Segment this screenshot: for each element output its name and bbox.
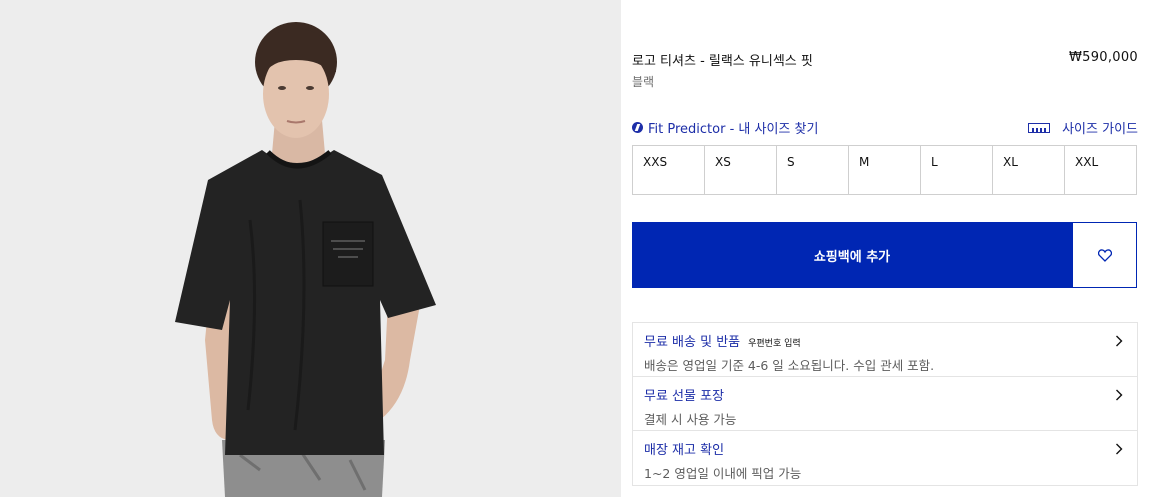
product-color: 블랙 xyxy=(632,75,655,89)
product-price: ₩590,000 xyxy=(1068,50,1138,65)
info-item-store-stock[interactable]: 매장 재고 확인 1~2 영업일 이내에 픽업 가능 xyxy=(633,431,1137,485)
size-option-xxl[interactable]: XXL xyxy=(1065,146,1137,195)
info-title: 무료 배송 및 반품 xyxy=(644,335,741,350)
size-guide-link[interactable]: 사이즈 가이드 xyxy=(1028,118,1138,137)
ruler-icon xyxy=(1028,122,1051,133)
info-subtitle: 결제 시 사용 가능 xyxy=(644,412,737,427)
fit-predictor-link[interactable]: Fit Predictor - 내 사이즈 찾기 xyxy=(632,118,818,137)
size-option-m[interactable]: M xyxy=(849,146,921,195)
info-subtitle: 배송은 영업일 기준 4-6 일 소요됩니다. 수입 관세 포함. xyxy=(644,358,935,373)
fit-predictor-icon xyxy=(632,122,643,133)
product-detail-panel: 로고 티셔츠 - 릴랙스 유니섹스 핏 ₩590,000 블랙 Fit Pred… xyxy=(632,0,1138,497)
cart-row: 쇼핑백에 추가 xyxy=(632,222,1137,288)
fit-predictor-label: Fit Predictor - 내 사이즈 찾기 xyxy=(648,122,819,137)
add-to-bag-button[interactable]: 쇼핑백에 추가 xyxy=(632,222,1072,288)
info-subtitle: 1~2 영업일 이내에 픽업 가능 xyxy=(644,466,802,481)
info-title: 매장 재고 확인 xyxy=(644,443,725,458)
size-option-xs[interactable]: XS xyxy=(705,146,777,195)
heart-icon xyxy=(1097,248,1112,262)
size-option-xl[interactable]: XL xyxy=(993,146,1065,195)
wishlist-button[interactable] xyxy=(1072,222,1137,288)
postcode-badge[interactable]: 우편번호 입력 xyxy=(748,336,801,349)
size-selector: XXS XS S M L XL XXL xyxy=(632,145,1137,195)
size-guide-label: 사이즈 가이드 xyxy=(1062,122,1138,137)
title-row: 로고 티셔츠 - 릴랙스 유니섹스 핏 ₩590,000 xyxy=(632,50,1138,69)
size-option-l[interactable]: L xyxy=(921,146,993,195)
fit-row: Fit Predictor - 내 사이즈 찾기 사이즈 가이드 xyxy=(632,118,1138,137)
product-image xyxy=(0,0,621,497)
model-photo xyxy=(175,22,436,497)
info-title: 무료 선물 포장 xyxy=(644,389,725,404)
info-item-shipping[interactable]: 무료 배송 및 반품 우편번호 입력 배송은 영업일 기준 4-6 일 소요됩니… xyxy=(633,323,1137,377)
service-info-list: 무료 배송 및 반품 우편번호 입력 배송은 영업일 기준 4-6 일 소요됩니… xyxy=(632,322,1138,486)
product-title: 로고 티셔츠 - 릴랙스 유니섹스 핏 xyxy=(632,54,813,69)
chevron-right-icon xyxy=(1116,335,1123,347)
chevron-right-icon xyxy=(1116,443,1123,455)
size-option-s[interactable]: S xyxy=(777,146,849,195)
info-item-gift-wrap[interactable]: 무료 선물 포장 결제 시 사용 가능 xyxy=(633,377,1137,431)
chevron-right-icon xyxy=(1116,389,1123,401)
size-option-xxs[interactable]: XXS xyxy=(633,146,705,195)
